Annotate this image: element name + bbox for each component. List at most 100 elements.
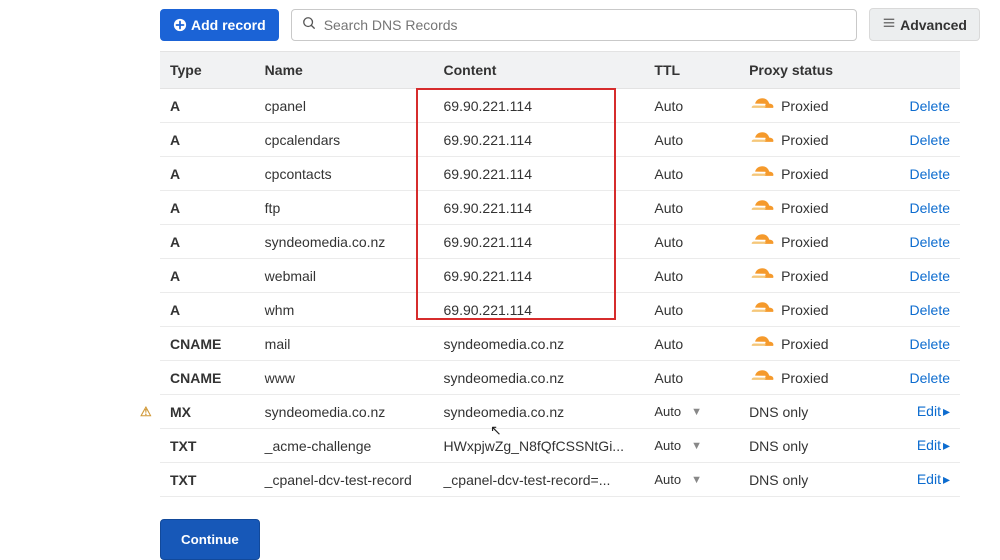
cell-type: A: [160, 191, 255, 225]
cell-action: Delete: [886, 89, 960, 123]
cell-proxy: DNS only: [739, 429, 886, 463]
cell-action: Delete: [886, 327, 960, 361]
ttl-value[interactable]: Auto: [654, 438, 681, 453]
table-row[interactable]: Acpcontacts69.90.221.114AutoProxiedDelet…: [160, 157, 960, 191]
table-row[interactable]: ⚠MXsyndeomedia.co.nzsyndeomedia.co.nzAut…: [160, 395, 960, 429]
table-row[interactable]: TXT_cpanel-dcv-test-record_cpanel-dcv-te…: [160, 463, 960, 497]
cell-action: Delete: [886, 361, 960, 395]
proxy-label: Proxied: [781, 336, 828, 352]
advanced-button[interactable]: Advanced: [869, 8, 980, 41]
delete-link[interactable]: Delete: [910, 166, 950, 182]
ttl-value[interactable]: Auto: [654, 166, 683, 182]
chevron-down-icon[interactable]: ▼: [691, 440, 702, 452]
table-row[interactable]: Awebmail69.90.221.114AutoProxiedDelete: [160, 259, 960, 293]
advanced-label: Advanced: [900, 17, 967, 33]
cell-name: syndeomedia.co.nz: [255, 225, 434, 259]
table-row[interactable]: Aftp69.90.221.114AutoProxiedDelete: [160, 191, 960, 225]
delete-link[interactable]: Delete: [910, 98, 950, 114]
cell-content: 69.90.221.114: [434, 89, 645, 123]
cloud-icon: [749, 267, 775, 284]
type-value: CNAME: [170, 370, 221, 386]
type-value: A: [170, 302, 180, 318]
ttl-value[interactable]: Auto: [654, 234, 683, 250]
column-name[interactable]: Name: [255, 52, 434, 89]
add-record-label: Add record: [191, 17, 266, 33]
table-row[interactable]: TXT_acme-challengeHWxpjwZg_N8fQfCSSNtGi.…: [160, 429, 960, 463]
cell-action: Delete: [886, 191, 960, 225]
cell-ttl: Auto ▼: [644, 429, 739, 463]
mouse-cursor: ↖: [490, 422, 502, 439]
ttl-value[interactable]: Auto: [654, 336, 683, 352]
ttl-value[interactable]: Auto: [654, 268, 683, 284]
column-proxy[interactable]: Proxy status: [739, 52, 886, 89]
cell-ttl: Auto ▼: [644, 463, 739, 497]
search-box[interactable]: [291, 9, 857, 41]
search-icon: [302, 16, 316, 33]
cell-content: 69.90.221.114: [434, 157, 645, 191]
cell-content: syndeomedia.co.nz: [434, 327, 645, 361]
cell-ttl: Auto: [644, 123, 739, 157]
cell-proxy: Proxied: [739, 327, 886, 361]
table-row[interactable]: Asyndeomedia.co.nz69.90.221.114AutoProxi…: [160, 225, 960, 259]
ttl-value[interactable]: Auto: [654, 302, 683, 318]
table-row[interactable]: CNAMEwwwsyndeomedia.co.nzAutoProxiedDele…: [160, 361, 960, 395]
proxy-label: Proxied: [781, 200, 828, 216]
type-value: A: [170, 234, 180, 250]
column-ttl[interactable]: TTL: [644, 52, 739, 89]
cell-proxy: Proxied: [739, 157, 886, 191]
ttl-value[interactable]: Auto: [654, 132, 683, 148]
table-row[interactable]: Acpcalendars69.90.221.114AutoProxiedDele…: [160, 123, 960, 157]
plus-icon: [173, 18, 187, 32]
edit-label: Edit: [917, 403, 941, 419]
ttl-value[interactable]: Auto: [654, 404, 681, 419]
edit-link[interactable]: Edit▸: [917, 437, 950, 453]
delete-link[interactable]: Delete: [910, 302, 950, 318]
cell-name: cpcontacts: [255, 157, 434, 191]
add-record-button[interactable]: Add record: [160, 9, 279, 41]
ttl-value[interactable]: Auto: [654, 200, 683, 216]
table-row[interactable]: Acpanel69.90.221.114AutoProxiedDelete: [160, 89, 960, 123]
chevron-down-icon[interactable]: ▼: [691, 406, 702, 418]
column-type[interactable]: Type: [160, 52, 255, 89]
type-value: TXT: [170, 438, 196, 454]
delete-link[interactable]: Delete: [910, 370, 950, 386]
ttl-value[interactable]: Auto: [654, 370, 683, 386]
cell-content: _cpanel-dcv-test-record=...: [434, 463, 645, 497]
delete-link[interactable]: Delete: [910, 234, 950, 250]
search-input[interactable]: [322, 16, 846, 34]
edit-link[interactable]: Edit▸: [917, 471, 950, 487]
chevron-right-icon: ▸: [943, 471, 950, 487]
delete-link[interactable]: Delete: [910, 132, 950, 148]
proxy-label: DNS only: [749, 472, 808, 488]
chevron-right-icon: ▸: [943, 403, 950, 419]
cloud-icon: [749, 165, 775, 182]
cell-ttl: Auto: [644, 259, 739, 293]
cell-ttl: Auto: [644, 361, 739, 395]
table-row[interactable]: CNAMEmailsyndeomedia.co.nzAutoProxiedDel…: [160, 327, 960, 361]
cell-proxy: Proxied: [739, 225, 886, 259]
cell-name: webmail: [255, 259, 434, 293]
cell-proxy: Proxied: [739, 259, 886, 293]
delete-link[interactable]: Delete: [910, 336, 950, 352]
ttl-value[interactable]: Auto: [654, 98, 683, 114]
dns-table-wrap: Type Name Content TTL Proxy status Acpan…: [160, 51, 960, 497]
cell-type: TXT: [160, 429, 255, 463]
table-row[interactable]: Awhm69.90.221.114AutoProxiedDelete: [160, 293, 960, 327]
delete-link[interactable]: Delete: [910, 268, 950, 284]
cell-type: ⚠MX: [160, 395, 255, 429]
continue-button[interactable]: Continue: [160, 519, 260, 560]
delete-link[interactable]: Delete: [910, 200, 950, 216]
ttl-value[interactable]: Auto: [654, 472, 681, 487]
chevron-down-icon[interactable]: ▼: [691, 474, 702, 486]
type-value: A: [170, 268, 180, 284]
column-action: [886, 52, 960, 89]
cell-proxy: Proxied: [739, 123, 886, 157]
cell-type: A: [160, 225, 255, 259]
edit-link[interactable]: Edit▸: [917, 403, 950, 419]
cell-proxy: Proxied: [739, 293, 886, 327]
cell-name: syndeomedia.co.nz: [255, 395, 434, 429]
column-content[interactable]: Content: [434, 52, 645, 89]
cell-action: Delete: [886, 157, 960, 191]
cell-type: A: [160, 293, 255, 327]
cell-type: TXT: [160, 463, 255, 497]
